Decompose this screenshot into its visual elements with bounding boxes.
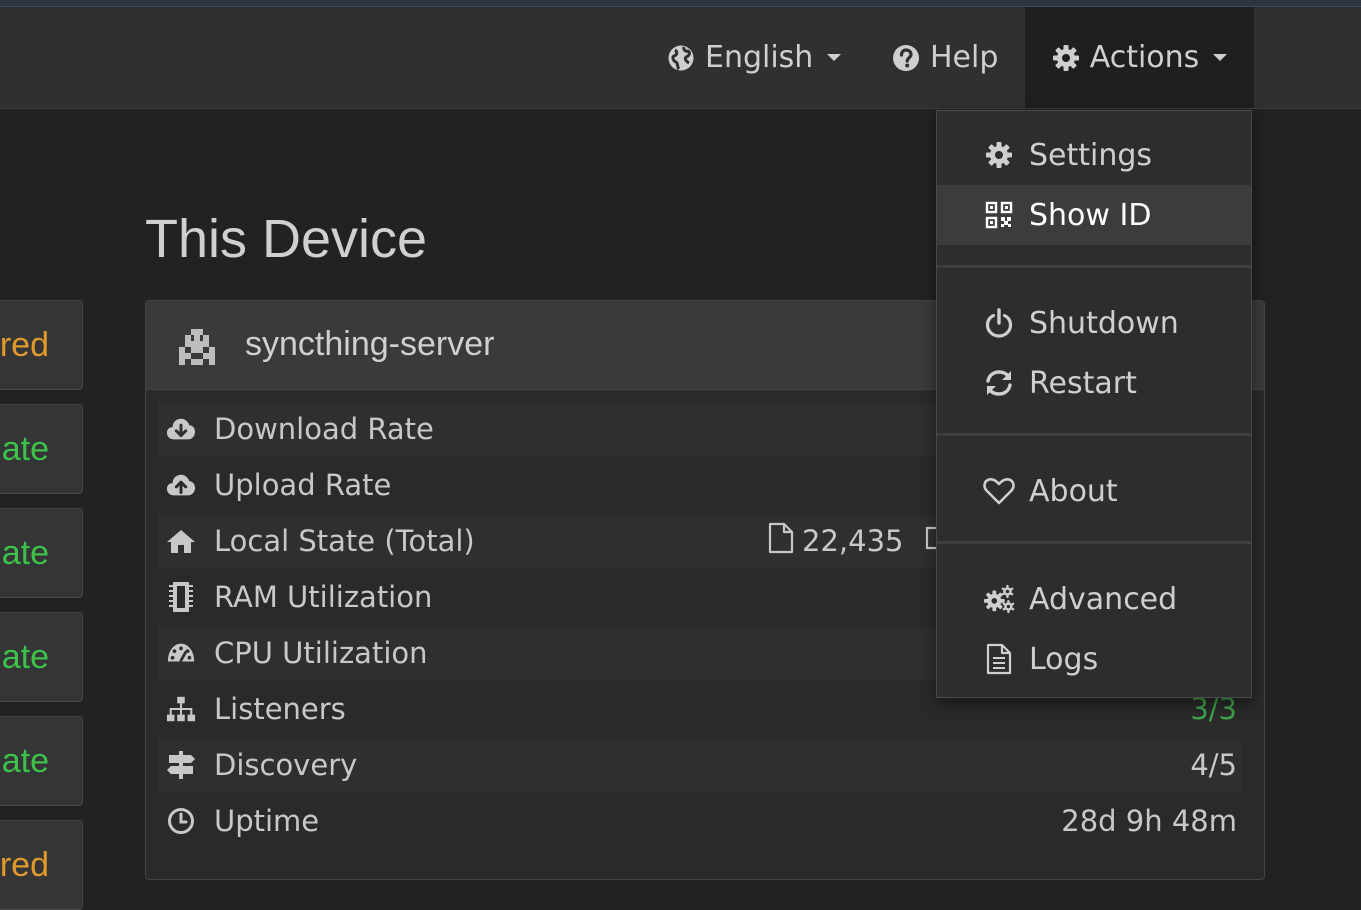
chevron-down-icon [1213,54,1228,61]
cloud-download-icon [166,416,196,442]
menu-item-about[interactable]: About [937,461,1251,521]
chevron-down-icon [827,54,842,61]
row-label: Uptime [214,804,320,838]
actions-menu: Settings Show ID Shutdown Restart About … [936,110,1252,698]
menu-item-logs[interactable]: Logs [937,629,1251,689]
row-label: Local State (Total) [214,524,475,558]
row-label: CPU Utilization [214,636,428,670]
home-icon [166,528,196,554]
menu-item-shutdown[interactable]: Shutdown [937,293,1251,353]
heart-icon [983,477,1015,505]
menu-item-restart[interactable]: Restart [937,353,1251,413]
folder-status-badge[interactable]: ate [0,508,83,598]
discovery-row: Discovery 4/5 [158,739,1241,791]
row-label: Listeners [214,692,346,726]
device-identicon-icon [178,329,216,369]
dashboard-icon [166,640,196,666]
navbar: English Help Actions [0,7,1361,109]
folder-status-badge[interactable]: ate [0,716,83,806]
file-icon [768,522,794,561]
gear-icon [983,141,1015,169]
refresh-icon [983,369,1015,397]
row-label: Upload Rate [214,468,392,502]
clock-icon [166,807,196,835]
language-dropdown[interactable]: English [667,7,842,108]
gear-icon [1052,44,1080,72]
row-label: Discovery [214,748,358,782]
help-label: Help [930,40,999,75]
menu-item-settings[interactable]: Settings [937,125,1251,185]
menu-item-advanced[interactable]: Advanced [937,569,1251,629]
window-top-edge [0,0,1361,7]
menu-item-show-id[interactable]: Show ID [937,185,1251,245]
qrcode-icon [983,201,1015,229]
actions-dropdown[interactable]: Actions [1025,7,1254,108]
folder-status-badge[interactable]: ate [0,404,83,494]
sitemap-icon [166,695,196,723]
uptime-value: 28d 9h 48m [1061,804,1237,838]
row-label: Download Rate [214,412,434,446]
device-name: syncthing-server [245,325,495,363]
discovery-value[interactable]: 4/5 [1190,739,1237,791]
cogs-icon [983,584,1015,614]
menu-divider [937,541,1251,544]
power-icon [983,308,1015,338]
cloud-upload-icon [166,472,196,498]
actions-label: Actions [1089,40,1200,75]
memory-chip-icon [166,581,196,613]
row-label: RAM Utilization [214,580,433,614]
globe-icon [667,44,695,72]
folder-status-badge[interactable]: ate [0,612,83,702]
uptime-row: Uptime 28d 9h 48m [158,795,1241,847]
file-text-icon [983,643,1015,675]
folder-status-badge[interactable]: red [0,820,83,910]
page-title: This Device [145,209,428,269]
signpost-icon [166,750,196,780]
menu-divider [937,433,1251,436]
language-label: English [705,40,814,75]
menu-divider [937,265,1251,268]
question-circle-icon [892,44,920,72]
local-files-count: 22,435 [768,515,941,567]
folder-status-badge[interactable]: red [0,300,83,390]
help-button[interactable]: Help [892,7,998,108]
